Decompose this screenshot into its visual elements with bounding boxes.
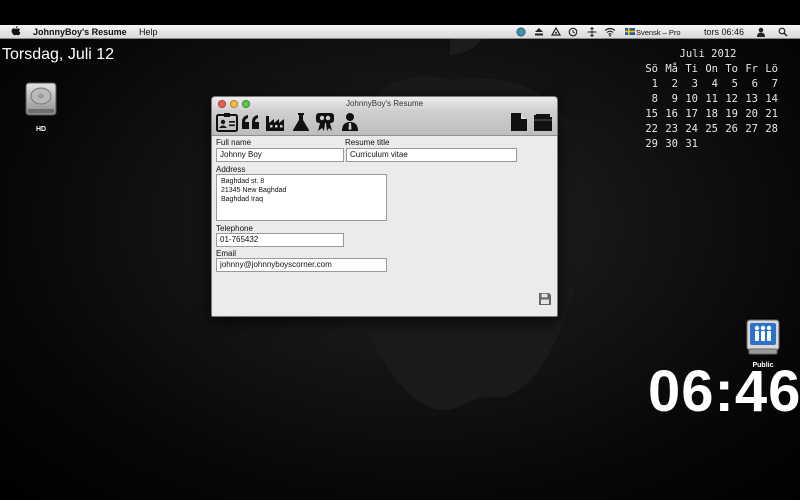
weekday-label: Må: [665, 63, 678, 75]
eject-status-icon[interactable]: [534, 27, 544, 37]
desktop-clock-widget: 06:46: [648, 359, 800, 424]
desktop-date-widget: Torsdag, Juli 12: [2, 46, 115, 63]
calendar-day: [738, 137, 758, 152]
spotlight-search-icon[interactable]: [778, 27, 788, 37]
hd-label: HD: [35, 126, 47, 133]
flask-icon[interactable]: [290, 112, 312, 132]
address-label: Address: [216, 165, 246, 174]
email-label: Email: [216, 249, 237, 258]
apple-menu-icon[interactable]: [11, 26, 21, 37]
person-icon[interactable]: [339, 112, 361, 132]
sync-status-icon[interactable]: [551, 27, 561, 37]
user-icon[interactable]: [756, 27, 766, 37]
calendar-day: 6: [751, 78, 758, 90]
weekday-label: Ti: [685, 63, 698, 75]
calendar-day: 23: [665, 123, 678, 135]
calendar-weekday-row: Sö Må Ti On To Fr Lö: [638, 62, 778, 77]
calendar-day: 13: [745, 93, 758, 105]
calendar-day: [718, 137, 738, 152]
calendar-day: 17: [685, 108, 698, 120]
calendar-week-row: 8 9 10 11 12 13 14: [638, 92, 778, 107]
calendar-day: 21: [765, 108, 778, 120]
full-name-label: Full name: [216, 138, 252, 147]
screen: JohnnyBoy's Resume Help Svensk – Pro tor…: [0, 0, 800, 500]
calendar-day: 26: [725, 123, 738, 135]
calendar-day: 9: [671, 93, 678, 105]
save-icon[interactable]: [538, 292, 552, 306]
calendar-day: 4: [711, 78, 718, 90]
calendar-day: 24: [685, 123, 698, 135]
email-field[interactable]: johnny@johnnyboyscorner.com: [216, 258, 387, 272]
menubar-clock[interactable]: tors 06:46: [704, 26, 744, 38]
calendar-day: 2: [671, 78, 678, 90]
full-name-field[interactable]: Johnny Boy: [216, 148, 344, 162]
calendar-day: 8: [651, 93, 658, 105]
calendar-day: [758, 137, 778, 152]
factory-icon[interactable]: [265, 112, 287, 132]
resume-window: JohnnyBoy's Resume Full name Johnny Boy …: [211, 96, 558, 317]
quote-icon[interactable]: [240, 112, 262, 132]
calendar-day: [698, 137, 718, 152]
calendar-day: 3: [691, 78, 698, 90]
calendar-day: 11: [705, 93, 718, 105]
resume-title-label: Resume title: [345, 138, 390, 147]
window-title: JohnnyBoy's Resume: [345, 99, 424, 108]
input-source-label[interactable]: Svensk – Pro: [636, 27, 681, 39]
calendar-day: 20: [745, 108, 758, 120]
resume-title-field[interactable]: Curriculum vitae: [346, 148, 517, 162]
address-field[interactable]: Baghdad st. 8 21345 New Baghdad Baghdad …: [216, 174, 387, 221]
calendar-day: 12: [725, 93, 738, 105]
new-document-icon[interactable]: [508, 112, 530, 132]
calendar-title: Juli 2012: [679, 48, 737, 60]
calendar-day: 16: [665, 108, 678, 120]
calendar-widget: Juli 2012 Sö Må Ti On To Fr Lö 1 2 3 4 5…: [638, 47, 778, 152]
calendar-week-row: 1 2 3 4 5 6 7: [638, 77, 778, 92]
calendar-day: 28: [765, 123, 778, 135]
weekday-label: To: [725, 63, 738, 75]
weekday-label: On: [705, 63, 718, 75]
calendar-day: 14: [765, 93, 778, 105]
help-menu[interactable]: Help: [139, 26, 158, 38]
calendar-day: 5: [731, 78, 738, 90]
calendar-day: 1: [651, 78, 658, 90]
calendar-week-row: 15 16 17 18 19 20 21: [638, 107, 778, 122]
calendar-day: 27: [745, 123, 758, 135]
calendar-day: 18: [705, 108, 718, 120]
window-toolbar: [212, 111, 557, 136]
calendar-week-row: 22 23 24 25 26 27 28: [638, 122, 778, 137]
calendar-day: 19: [725, 108, 738, 120]
calendar-day: 25: [705, 123, 718, 135]
award-icon[interactable]: [314, 112, 336, 132]
calendar-day: 30: [665, 138, 678, 150]
id-card-icon[interactable]: [216, 112, 238, 132]
swedish-flag-icon[interactable]: [625, 28, 635, 35]
bluetooth-arrows-icon[interactable]: [587, 27, 597, 37]
calendar-day: 10: [685, 93, 698, 105]
app-menu[interactable]: JohnnyBoy's Resume: [33, 26, 127, 38]
window-titlebar[interactable]: JohnnyBoy's Resume: [212, 97, 557, 111]
calendar-day: 29: [645, 138, 658, 150]
top-black-band: [0, 0, 800, 25]
menu-bar: JohnnyBoy's Resume Help Svensk – Pro tor…: [0, 25, 800, 39]
open-folder-icon[interactable]: [532, 112, 554, 132]
public-network-share-icon[interactable]: [746, 319, 780, 357]
hard-drive-icon[interactable]: [24, 82, 58, 120]
time-machine-icon[interactable]: [568, 27, 578, 37]
weekday-label: Lö: [765, 63, 778, 75]
calendar-day: 22: [645, 123, 658, 135]
wifi-icon[interactable]: [604, 27, 616, 37]
calendar-day: 7: [771, 78, 778, 90]
weekday-label: Fr: [745, 63, 758, 75]
telephone-field[interactable]: 01-765432: [216, 233, 344, 247]
weekday-label: Sö: [645, 63, 658, 75]
telephone-label: Telephone: [216, 224, 253, 233]
globe-status-icon[interactable]: [516, 27, 526, 37]
calendar-day: 15: [645, 108, 658, 120]
calendar-week-row: 29 30 31: [638, 137, 778, 152]
calendar-day: 31: [685, 138, 698, 150]
